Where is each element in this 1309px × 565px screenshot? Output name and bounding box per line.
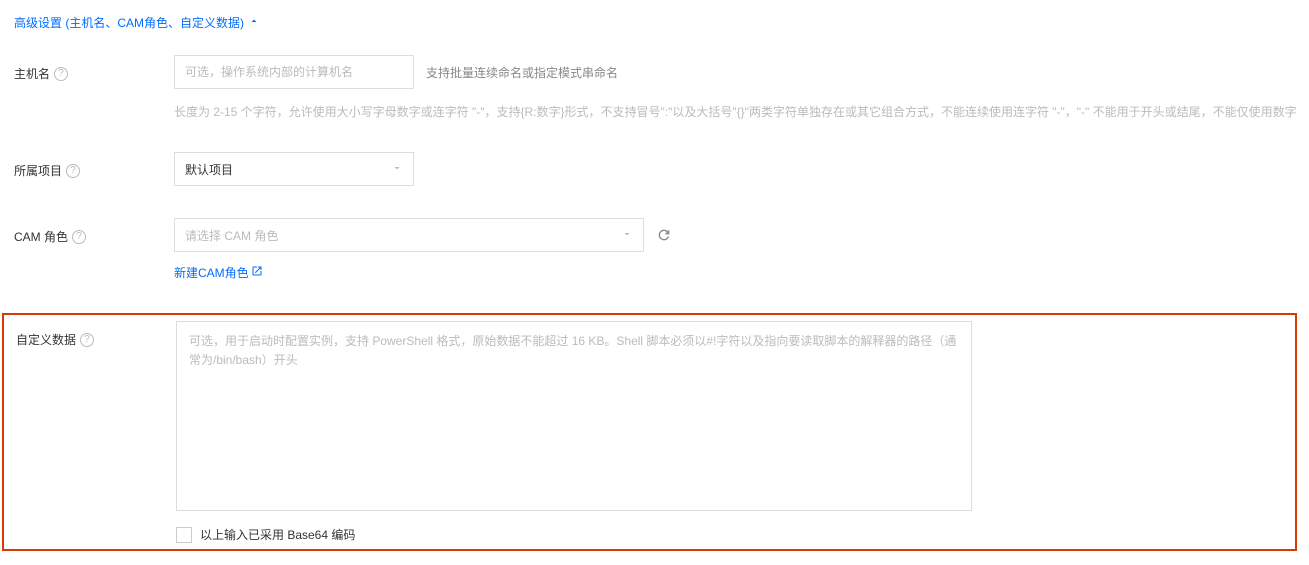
hostname-hint-right: 支持批量连续命名或指定模式串命名 bbox=[426, 64, 618, 81]
chevron-up-icon bbox=[248, 15, 260, 30]
base64-checkbox-label: 以上输入已采用 Base64 编码 bbox=[200, 526, 355, 543]
userdata-row: 自定义数据 ? 以上输入已采用 Base64 编码 bbox=[16, 321, 1293, 543]
chevron-down-icon bbox=[391, 162, 403, 177]
userdata-label-text: 自定义数据 bbox=[16, 331, 76, 348]
cam-role-placeholder: 请选择 CAM 角色 bbox=[185, 227, 278, 244]
cam-role-label-text: CAM 角色 bbox=[14, 228, 68, 245]
project-row: 所属项目 ? 默认项目 bbox=[14, 152, 1295, 186]
chevron-down-icon bbox=[621, 228, 633, 243]
userdata-highlight: 自定义数据 ? 以上输入已采用 Base64 编码 bbox=[2, 313, 1297, 551]
external-link-icon bbox=[251, 265, 263, 280]
help-icon[interactable]: ? bbox=[54, 67, 68, 81]
hostname-label: 主机名 ? bbox=[14, 55, 174, 82]
hostname-control: 支持批量连续命名或指定模式串命名 长度为 2-15 个字符，允许使用大小写字母数… bbox=[174, 55, 1297, 120]
advanced-settings-toggle[interactable]: 高级设置 (主机名、CAM角色、自定义数据) bbox=[14, 14, 1295, 31]
refresh-icon[interactable] bbox=[656, 227, 672, 243]
hostname-label-text: 主机名 bbox=[14, 65, 50, 82]
new-cam-role-link[interactable]: 新建CAM角色 bbox=[174, 264, 249, 281]
cam-role-label: CAM 角色 ? bbox=[14, 218, 174, 245]
userdata-textarea[interactable] bbox=[176, 321, 972, 511]
cam-role-row: CAM 角色 ? 请选择 CAM 角色 新建CAM角色 bbox=[14, 218, 1295, 281]
userdata-label: 自定义数据 ? bbox=[16, 321, 176, 348]
hostname-hint-below: 长度为 2-15 个字符，允许使用大小写字母数字或连字符 "-"，支持{R:数字… bbox=[174, 103, 1297, 120]
hostname-input[interactable] bbox=[174, 55, 414, 89]
help-icon[interactable]: ? bbox=[66, 164, 80, 178]
advanced-settings-title: 高级设置 (主机名、CAM角色、自定义数据) bbox=[14, 14, 244, 31]
project-select[interactable]: 默认项目 bbox=[174, 152, 414, 186]
project-label-text: 所属项目 bbox=[14, 162, 62, 179]
hostname-row: 主机名 ? 支持批量连续命名或指定模式串命名 长度为 2-15 个字符，允许使用… bbox=[14, 55, 1295, 120]
help-icon[interactable]: ? bbox=[80, 333, 94, 347]
project-selected-value: 默认项目 bbox=[185, 161, 233, 178]
project-label: 所属项目 ? bbox=[14, 152, 174, 179]
help-icon[interactable]: ? bbox=[72, 230, 86, 244]
project-control: 默认项目 bbox=[174, 152, 1295, 186]
base64-checkbox[interactable] bbox=[176, 527, 192, 543]
cam-role-select[interactable]: 请选择 CAM 角色 bbox=[174, 218, 644, 252]
cam-role-control: 请选择 CAM 角色 新建CAM角色 bbox=[174, 218, 1295, 281]
userdata-control: 以上输入已采用 Base64 编码 bbox=[176, 321, 1293, 543]
